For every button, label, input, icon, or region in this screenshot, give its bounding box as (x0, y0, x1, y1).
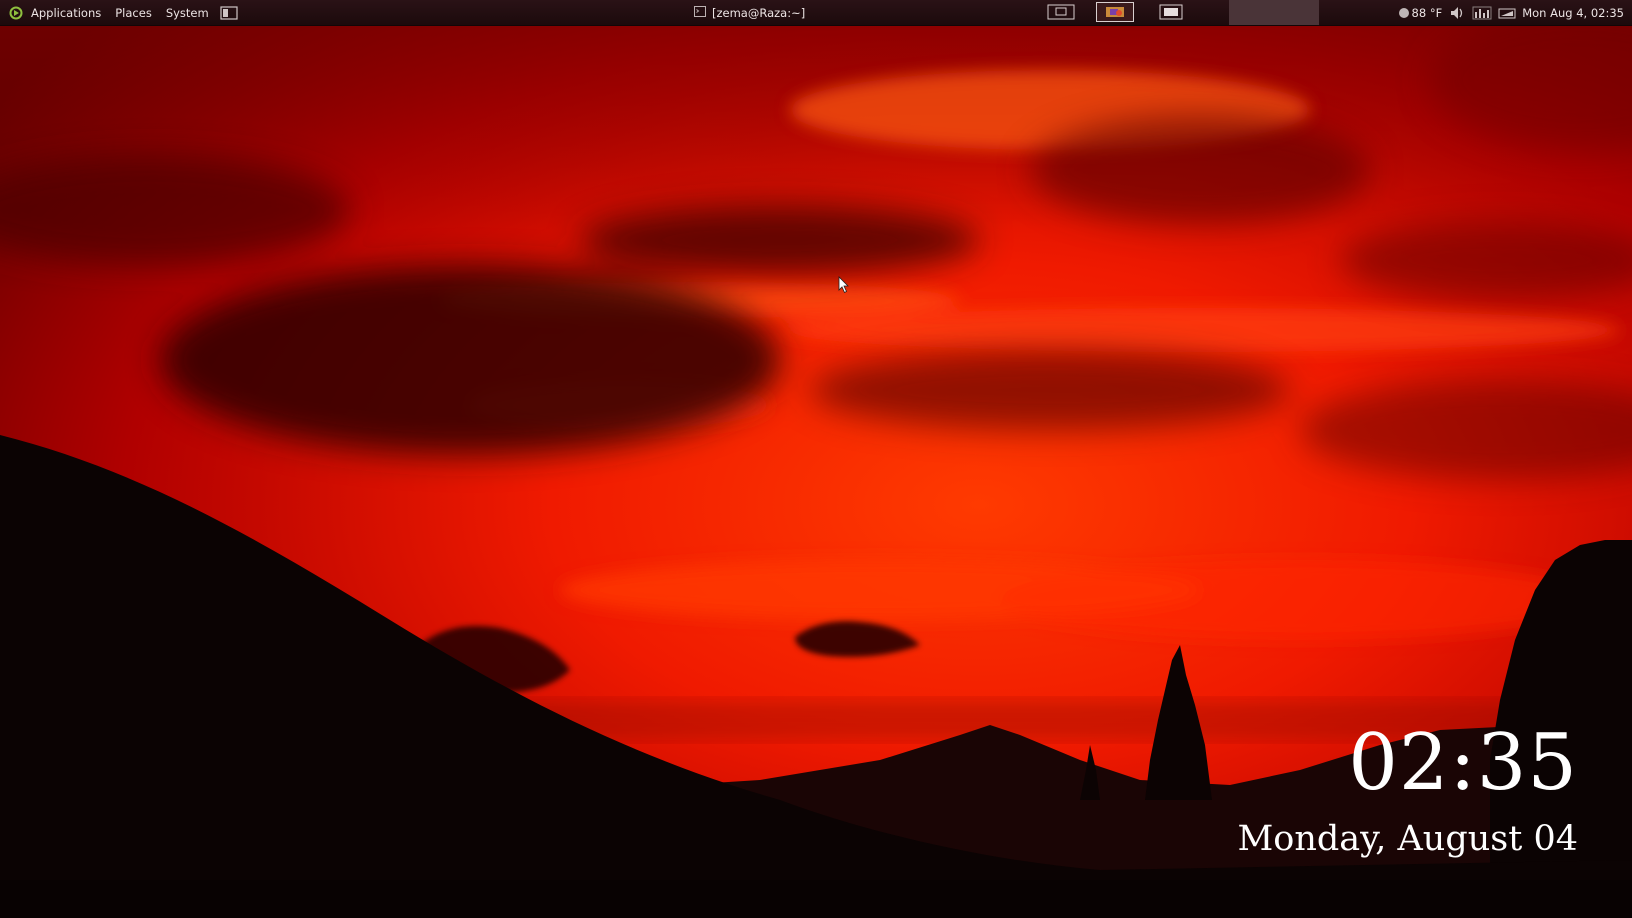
menu-places[interactable]: Places (108, 0, 159, 25)
volume-icon[interactable] (1448, 4, 1466, 22)
weather-applet[interactable]: 88 °F (1398, 5, 1443, 20)
desktop-clock-date: Monday, August 04 (1237, 819, 1578, 859)
workspace-4[interactable] (1229, 0, 1319, 25)
mouse-pointer-icon (838, 276, 850, 298)
panel-clock[interactable]: Mon Aug 4, 02:35 (1522, 6, 1624, 20)
weather-temperature: 88 °F (1411, 5, 1443, 20)
menu-system[interactable]: System (159, 0, 216, 25)
window-title-text: [zema@Raza:~] (712, 5, 806, 20)
distro-logo-icon[interactable] (9, 6, 23, 20)
workspace-3[interactable] (1156, 2, 1186, 22)
system-tray: 88 °F Mon Aug 4, 02:35 (1398, 0, 1632, 25)
desktop: Applications Places System [zema@Raza:~]… (0, 0, 1632, 918)
system-monitor-icon[interactable] (1472, 6, 1492, 20)
workspace-2[interactable] (1096, 2, 1134, 22)
network-icon[interactable] (1498, 7, 1516, 19)
top-panel: Applications Places System [zema@Raza:~]… (0, 0, 1632, 26)
window-title[interactable]: [zema@Raza:~] (694, 0, 805, 25)
weather-icon (1398, 7, 1409, 18)
workspace-1[interactable] (1046, 2, 1076, 22)
terminal-icon (694, 5, 706, 20)
show-desktop-icon[interactable] (220, 5, 238, 20)
desktop-clock-time: 02:35 (1348, 718, 1578, 808)
menu-applications[interactable]: Applications (24, 0, 108, 25)
